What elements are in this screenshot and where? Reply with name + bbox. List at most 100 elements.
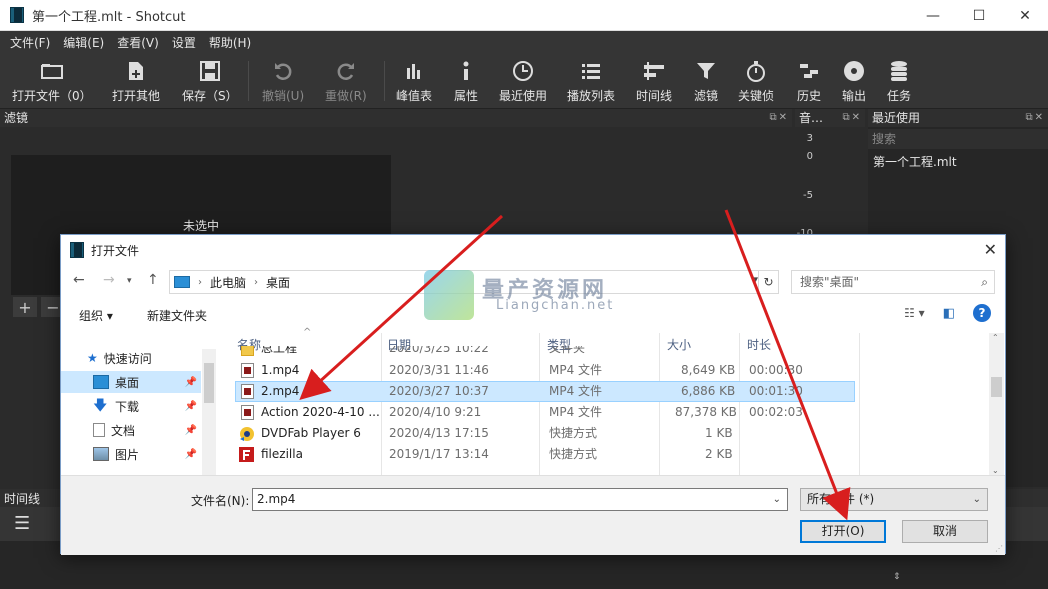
panel-float-close-icon[interactable]: ⧉✕ bbox=[842, 109, 862, 127]
breadcrumb-chevron-icon[interactable]: › bbox=[254, 277, 258, 288]
breadcrumb-desktop[interactable]: 桌面 bbox=[266, 274, 290, 291]
breadcrumb-chevron-icon[interactable]: › bbox=[198, 277, 202, 288]
dialog-titlebar: 打开文件 ✕ bbox=[61, 235, 1005, 265]
menu-edit[interactable]: 编辑(E) bbox=[63, 34, 104, 51]
history-button[interactable]: 历史 bbox=[796, 59, 822, 104]
dialog-search-input[interactable]: 搜索"桌面" ⌕ bbox=[791, 270, 995, 294]
scrollbar-thumb[interactable] bbox=[991, 377, 1002, 397]
recent-search-input[interactable]: 搜索 bbox=[868, 129, 1048, 149]
forward-arrow-icon[interactable]: → bbox=[103, 272, 115, 288]
timeline-button[interactable]: 时间线 bbox=[636, 59, 672, 104]
pin-icon[interactable]: 📌 bbox=[185, 449, 197, 460]
watermark-logo-icon bbox=[424, 270, 474, 320]
filters-panel-header: 滤镜 ⧉✕ bbox=[0, 109, 792, 127]
undo-icon bbox=[270, 59, 296, 83]
maximize-button[interactable]: ☐ bbox=[956, 0, 1002, 31]
menu-settings[interactable]: 设置 bbox=[172, 34, 196, 51]
minimize-button[interactable]: — bbox=[910, 0, 956, 31]
scroll-down-icon[interactable]: ⌄ bbox=[992, 466, 999, 475]
scrollbar-thumb[interactable] bbox=[204, 363, 214, 403]
filters-button[interactable]: 滤镜 bbox=[693, 59, 719, 104]
back-arrow-icon[interactable]: ← bbox=[73, 272, 85, 288]
add-filter-button[interactable]: + bbox=[13, 297, 37, 317]
preview-pane-icon[interactable]: ◧ bbox=[943, 306, 955, 321]
table-row[interactable]: Action 2020-4-10 ... 2020/4/10 9:21 MP4 … bbox=[235, 402, 855, 423]
dialog-close-button[interactable]: ✕ bbox=[984, 240, 997, 259]
menubar: 文件(F) 编辑(E) 查看(V) 设置 帮助(H) bbox=[0, 31, 1048, 53]
file-list-scrollbar[interactable]: ⌃ ⌄ bbox=[989, 333, 1004, 475]
recent-panel-title: 最近使用 bbox=[872, 111, 921, 125]
help-icon[interactable]: ? bbox=[973, 304, 991, 322]
floppy-disk-icon bbox=[197, 59, 223, 83]
recent-button[interactable]: 最近使用 bbox=[499, 59, 547, 104]
keyframes-button[interactable]: 关键侦 bbox=[738, 59, 774, 104]
undo-button[interactable]: 撤销(U) bbox=[262, 59, 304, 104]
this-pc-icon bbox=[174, 276, 190, 288]
refresh-icon[interactable]: ↻ bbox=[758, 271, 778, 293]
jobs-button[interactable]: 任务 bbox=[886, 59, 912, 104]
scroll-up-icon[interactable]: ⌃ bbox=[992, 333, 999, 342]
dialog-footer: 文件名(N): 2.mp4 ⌄ 所有文件 (*) ⌄ 打开(O) 取消 ⋰ bbox=[61, 475, 1005, 555]
desktop-icon bbox=[93, 375, 109, 389]
table-row[interactable]: DVDFab Player 6 2020/4/13 17:15 快捷方式 1 K… bbox=[235, 423, 855, 444]
menu-file[interactable]: 文件(F) bbox=[10, 34, 50, 51]
recent-list-item[interactable]: 第一个工程.mlt bbox=[873, 153, 957, 170]
chevron-down-icon[interactable]: ⌄ bbox=[773, 489, 781, 510]
timeline-menu-icon[interactable]: ☰ bbox=[14, 513, 30, 534]
filename-label: 文件名(N): bbox=[191, 494, 250, 508]
main-titlebar: 第一个工程.mlt - Shotcut — ☐ ✕ bbox=[0, 0, 1048, 31]
navigation-pane: ★ 快速访问 桌面 📌 🡇 下载 📌 文档 📌 图片 📌 bbox=[61, 333, 217, 475]
open-button[interactable]: 打开(O) bbox=[800, 520, 886, 543]
pin-icon[interactable]: 📌 bbox=[185, 401, 197, 412]
up-arrow-icon[interactable]: ↑ bbox=[147, 272, 159, 288]
table-row-selected[interactable]: 2.mp4 2020/3/27 10:37 MP4 文件 6,886 KB 00… bbox=[235, 381, 855, 402]
meter-scale-label: 0 bbox=[806, 151, 813, 162]
panel-float-close-icon[interactable]: ⧉✕ bbox=[769, 109, 789, 127]
view-options-icon[interactable]: ☷ ▾ bbox=[904, 306, 925, 320]
nav-item-downloads[interactable]: 🡇 下载 📌 bbox=[61, 395, 201, 417]
column-divider[interactable] bbox=[859, 333, 860, 475]
list-icon bbox=[578, 59, 604, 83]
save-button[interactable]: 保存（S） bbox=[182, 59, 238, 104]
new-folder-button[interactable]: 新建文件夹 bbox=[147, 307, 207, 324]
table-row[interactable]: 1.mp4 2020/3/31 11:46 MP4 文件 8,649 KB 00… bbox=[235, 360, 855, 381]
disc-icon bbox=[841, 59, 867, 83]
chevron-down-icon[interactable]: ⌄ bbox=[973, 489, 981, 510]
file-list: 名称 ^ 日期 类型 大小 时长 总工程 2020/3/25 10:22 文件夹… bbox=[231, 327, 991, 475]
nav-item-desktop[interactable]: 桌面 📌 bbox=[61, 371, 201, 393]
table-row[interactable]: filezilla 2019/1/17 13:14 快捷方式 2 KB bbox=[235, 444, 855, 465]
menu-view[interactable]: 查看(V) bbox=[117, 34, 159, 51]
nav-item-quick-access[interactable]: ★ 快速访问 bbox=[61, 347, 201, 369]
pin-icon[interactable]: 📌 bbox=[185, 425, 197, 436]
export-button[interactable]: 输出 bbox=[841, 59, 867, 104]
filename-input[interactable]: 2.mp4 ⌄ bbox=[252, 488, 788, 511]
level-meter-icon bbox=[401, 59, 427, 83]
cancel-button[interactable]: 取消 bbox=[902, 520, 988, 543]
search-icon: ⌕ bbox=[981, 275, 988, 289]
table-row[interactable]: 总工程 2020/3/25 10:22 文件夹 bbox=[235, 346, 855, 360]
funnel-icon bbox=[693, 59, 719, 83]
resize-grip-icon[interactable]: ⋰ bbox=[995, 544, 1003, 553]
mp4-file-icon bbox=[241, 384, 254, 399]
playlist-button[interactable]: 播放列表 bbox=[567, 59, 615, 104]
pin-icon[interactable]: 📌 bbox=[185, 377, 197, 388]
file-add-icon bbox=[123, 59, 149, 83]
open-file-button[interactable]: 打开文件（0） bbox=[12, 59, 92, 104]
toolbar-separator bbox=[248, 61, 249, 101]
breadcrumb-this-pc[interactable]: 此电脑 bbox=[210, 274, 246, 291]
peak-meter-button[interactable]: 峰值表 bbox=[396, 59, 432, 104]
recent-locations-chevron-icon[interactable]: ▾ bbox=[127, 276, 132, 286]
open-other-button[interactable]: 打开其他 bbox=[112, 59, 160, 104]
nav-item-documents[interactable]: 文档 📌 bbox=[61, 419, 201, 441]
zoom-stepper-icon[interactable]: ⇕ bbox=[893, 572, 901, 582]
meter-panel-title: 音… bbox=[799, 111, 824, 125]
file-type-select[interactable]: 所有文件 (*) ⌄ bbox=[800, 488, 988, 511]
panel-float-close-icon[interactable]: ⧉✕ bbox=[1025, 109, 1045, 127]
organize-button[interactable]: 组织 ▾ bbox=[79, 307, 113, 324]
nav-pane-scrollbar[interactable] bbox=[202, 349, 216, 475]
redo-button[interactable]: 重做(R) bbox=[325, 59, 367, 104]
menu-help[interactable]: 帮助(H) bbox=[209, 34, 251, 51]
close-button[interactable]: ✕ bbox=[1002, 0, 1048, 31]
nav-item-pictures[interactable]: 图片 📌 bbox=[61, 443, 201, 465]
properties-button[interactable]: 属性 bbox=[453, 59, 479, 104]
